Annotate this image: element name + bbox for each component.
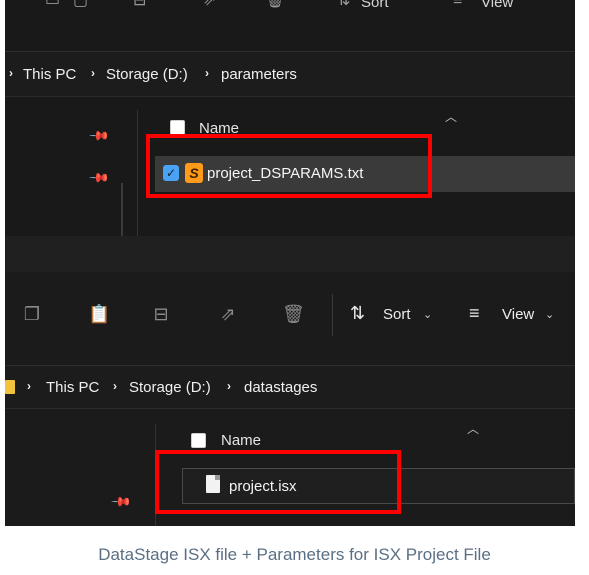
chevron-down-icon[interactable]: ⌄	[423, 308, 432, 321]
address-bar[interactable]: › This PC › Storage (D:) › parameters	[5, 52, 575, 96]
nav-pane-divider	[121, 183, 123, 236]
top-toolbar: ▭ ▢ ⊟ ⇗ 🗑 ⇅ Sort ≡ View	[5, 0, 575, 16]
view-button[interactable]: View	[481, 0, 513, 11]
sort-button[interactable]: Sort	[361, 0, 389, 11]
rename-icon[interactable]: ⊟	[133, 0, 146, 9]
paste-icon[interactable]: 📋	[88, 304, 110, 324]
share-icon[interactable]: ⇗	[203, 0, 216, 9]
breadcrumb-this-pc[interactable]: This PC	[46, 379, 99, 396]
divider	[5, 408, 575, 409]
copy-icon[interactable]: ❐	[22, 304, 42, 324]
panel-gap	[5, 236, 575, 272]
pin-icon[interactable]: 📌	[88, 125, 110, 148]
bottom-toolbar: ❐ 📋 ⊟ ⇗ 🗑 ⇅ Sort ⌄ ≡ View ⌄	[5, 272, 575, 356]
highlight-box	[146, 134, 432, 198]
breadcrumb-parameters[interactable]: parameters	[221, 66, 297, 83]
top-explorer-window: ▭ ▢ ⊟ ⇗ 🗑 ⇅ Sort ≡ View › This PC › Stor…	[5, 0, 575, 236]
breadcrumb-datastages[interactable]: datastages	[244, 379, 317, 396]
breadcrumb-this-pc[interactable]: This PC	[23, 66, 76, 83]
screenshot-composite: ▭ ▢ ⊟ ⇗ 🗑 ⇅ Sort ≡ View › This PC › Stor…	[5, 0, 575, 526]
toolbar-divider	[332, 294, 333, 336]
pin-icon[interactable]: 📌	[110, 491, 132, 514]
breadcrumb-storage[interactable]: Storage (D:)	[129, 379, 211, 396]
copy-icon[interactable]: ▢	[73, 0, 88, 9]
share-icon[interactable]: ⇗	[218, 304, 238, 324]
chevron-right-icon: ›	[227, 379, 231, 393]
divider	[5, 96, 575, 97]
view-icon[interactable]: ≡	[453, 0, 462, 9]
view-icon[interactable]: ≡	[469, 303, 480, 324]
chevron-down-icon[interactable]: ⌄	[545, 308, 554, 321]
select-all-checkbox[interactable]	[170, 120, 185, 135]
chevron-right-icon: ›	[91, 66, 95, 80]
chevron-right-icon: ›	[9, 66, 13, 80]
rename-icon[interactable]: ⊟	[151, 304, 171, 324]
chevron-right-icon: ›	[27, 379, 31, 393]
select-all-checkbox[interactable]	[191, 433, 206, 448]
pin-icon[interactable]: 📌	[88, 167, 110, 190]
sort-icon[interactable]: ⇅	[350, 303, 365, 324]
column-header-name[interactable]: Name	[221, 432, 261, 449]
sort-button[interactable]: Sort	[383, 306, 411, 323]
delete-icon[interactable]: 🗑	[265, 0, 285, 9]
view-button[interactable]: View	[502, 306, 534, 323]
highlight-box	[155, 450, 401, 514]
breadcrumb-storage[interactable]: Storage (D:)	[106, 66, 188, 83]
sort-caret-icon: ︿	[445, 110, 458, 124]
sort-caret-icon: ︿	[467, 422, 480, 436]
delete-icon[interactable]: 🗑	[282, 304, 305, 324]
sort-icon[interactable]: ⇅	[337, 0, 350, 9]
nav-pane-border	[137, 110, 138, 236]
cut-icon[interactable]: ▭	[45, 0, 60, 9]
figure-caption: DataStage ISX file + Parameters for ISX …	[98, 545, 491, 564]
address-bar[interactable]: › This PC › Storage (D:) › datastages	[5, 366, 575, 408]
folder-icon	[5, 380, 15, 394]
chevron-right-icon: ›	[113, 379, 117, 393]
chevron-right-icon: ›	[205, 66, 209, 80]
bottom-explorer-window: ❐ 📋 ⊟ ⇗ 🗑 ⇅ Sort ⌄ ≡ View ⌄ › This PC › …	[5, 272, 575, 526]
